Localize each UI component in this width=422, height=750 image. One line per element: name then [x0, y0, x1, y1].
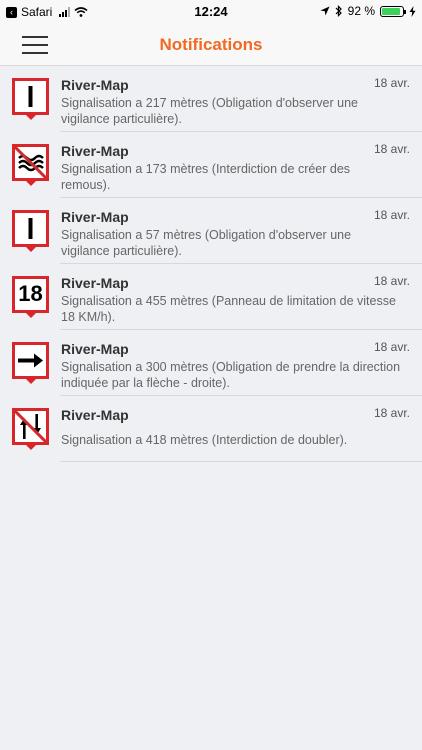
navigation-bar: Notifications	[0, 24, 422, 66]
notification-text: Signalisation a 418 mètres (Interdiction…	[61, 433, 348, 447]
notification-item[interactable]: River-Map 18 avr. Signalisation a 300 mè…	[0, 330, 422, 396]
vigilance-sign-icon	[12, 210, 49, 252]
notification-item[interactable]: 18 River-Map 18 avr. Signalisation a 455…	[0, 264, 422, 330]
notification-title: River-Map	[61, 407, 129, 423]
notification-item[interactable]: River-Map 18 avr. Signalisation a 173 mè…	[0, 132, 422, 198]
notification-item[interactable]: River-Map 18 avr. Signalisation a 418 mè…	[0, 396, 422, 462]
page-title: Notifications	[159, 35, 263, 54]
no-overtaking-sign-icon	[12, 408, 49, 450]
bluetooth-icon	[335, 5, 342, 17]
battery-icon	[380, 5, 406, 17]
vigilance-sign-icon	[12, 78, 49, 120]
notification-date: 18 avr.	[373, 340, 410, 354]
notification-title: River-Map	[61, 143, 129, 159]
speed-limit-sign-icon: 18	[12, 276, 49, 318]
notification-date: 18 avr.	[373, 76, 410, 90]
speed-limit-value: 18	[18, 281, 43, 306]
notification-title: River-Map	[61, 275, 129, 291]
notification-text: Signalisation a 217 mètres (Obligation d…	[61, 96, 359, 126]
status-bar: ‹ Safari 12:24 92 %	[0, 0, 422, 24]
notification-date: 18 avr.	[373, 142, 410, 156]
notification-title: River-Map	[61, 77, 129, 93]
notification-text: Signalisation a 455 mètres (Panneau de l…	[61, 294, 396, 324]
location-arrow-icon	[320, 6, 330, 16]
battery-fill	[382, 7, 401, 15]
notification-title: River-Map	[61, 209, 129, 225]
notification-item[interactable]: River-Map 18 avr. Signalisation a 217 mè…	[0, 66, 422, 132]
status-right: 92 %	[320, 4, 416, 18]
charging-icon	[409, 5, 416, 17]
divider	[60, 461, 422, 462]
notification-date: 18 avr.	[373, 208, 410, 222]
no-wash-sign-icon	[12, 144, 49, 186]
notification-title: River-Map	[61, 341, 129, 357]
notification-text: Signalisation a 300 mètres (Obligation d…	[61, 360, 401, 390]
notification-list: River-Map 18 avr. Signalisation a 217 mè…	[0, 66, 422, 462]
arrow-right-sign-icon	[12, 342, 49, 384]
notification-item[interactable]: River-Map 18 avr. Signalisation a 57 mèt…	[0, 198, 422, 264]
notification-date: 18 avr.	[373, 406, 410, 420]
notification-text: Signalisation a 173 mètres (Interdiction…	[61, 162, 351, 192]
notification-text: Signalisation a 57 mètres (Obligation d'…	[61, 228, 352, 258]
battery-percent: 92 %	[347, 4, 375, 18]
notification-date: 18 avr.	[373, 274, 410, 288]
